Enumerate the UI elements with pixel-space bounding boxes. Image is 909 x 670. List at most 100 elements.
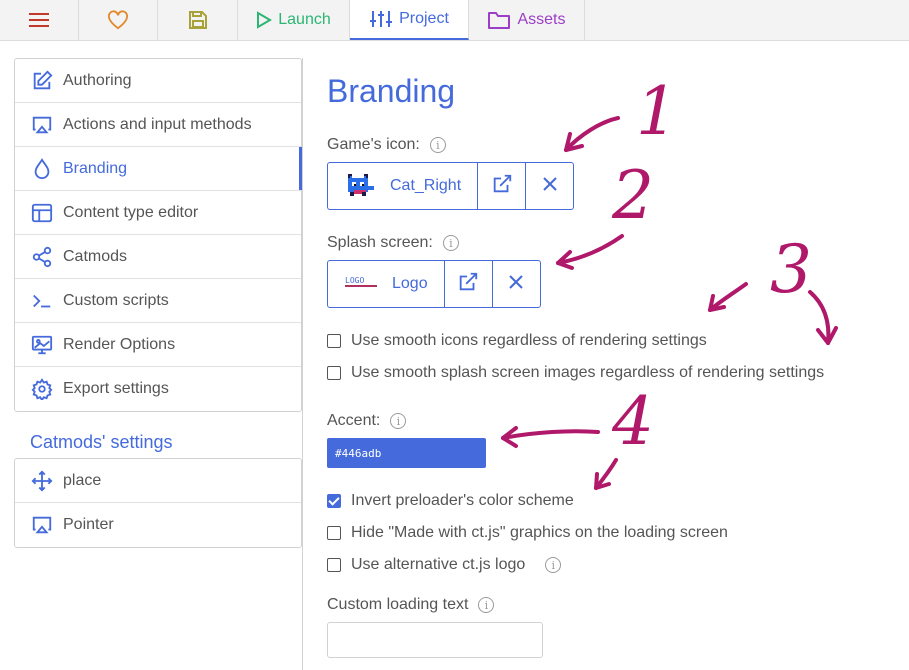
splash-select[interactable]: LOGO Logo bbox=[328, 261, 444, 307]
smooth-icons-checkbox[interactable] bbox=[327, 334, 341, 348]
branding-panel: Branding Game's icon: i Cat_Right Splash… bbox=[327, 58, 907, 658]
sidebar-item-label: Authoring bbox=[63, 71, 132, 89]
sidebar-item-label: Actions and input methods bbox=[63, 115, 252, 133]
tab-assets[interactable]: Assets bbox=[469, 0, 585, 40]
sidebar-item-label: Render Options bbox=[63, 335, 176, 353]
info-icon[interactable]: i bbox=[390, 413, 407, 429]
sidebar-item-label: place bbox=[63, 471, 102, 489]
sidebar-item-label: Branding bbox=[63, 159, 128, 177]
alt-logo-checkbox[interactable] bbox=[327, 558, 341, 572]
game-icon-name: Cat_Right bbox=[390, 177, 462, 194]
sidebar-item-actions[interactable]: Actions and input methods bbox=[15, 103, 301, 147]
clear-game-icon-button[interactable] bbox=[525, 163, 573, 209]
tab-patrons[interactable] bbox=[79, 0, 158, 40]
checkbox-label: Invert preloader's color scheme bbox=[351, 492, 574, 509]
play-icon bbox=[256, 11, 273, 29]
info-icon[interactable]: i bbox=[442, 235, 459, 251]
droplet-icon bbox=[31, 157, 53, 180]
checkbox-label: Use alternative ct.js logo bbox=[351, 556, 526, 573]
open-splash-button[interactable] bbox=[443, 261, 492, 307]
smooth-splash-checkbox[interactable] bbox=[327, 366, 341, 380]
cat-sprite-icon bbox=[344, 168, 376, 205]
sidebar-item-label: Export settings bbox=[63, 380, 169, 397]
open-game-icon-button[interactable] bbox=[477, 163, 525, 209]
sidebar-item-scripts[interactable]: Custom scripts bbox=[15, 279, 301, 323]
folder-icon bbox=[487, 10, 511, 30]
smooth-icons-checkbox-row[interactable]: Use smooth icons regardless of rendering… bbox=[327, 330, 907, 352]
close-icon bbox=[507, 273, 525, 296]
edit-icon bbox=[31, 70, 53, 92]
sidebar-item-label: Catmods bbox=[63, 247, 128, 265]
splash-name: Logo bbox=[392, 275, 428, 292]
accent-color-picker[interactable]: #446adb bbox=[327, 438, 486, 468]
layout-icon bbox=[31, 202, 53, 224]
image-icon bbox=[31, 334, 53, 356]
heart-icon bbox=[107, 10, 129, 30]
game-icon-picker: Cat_Right bbox=[327, 162, 575, 210]
close-icon bbox=[541, 175, 559, 198]
invert-preloader-checkbox-row[interactable]: Invert preloader's color scheme bbox=[327, 490, 907, 512]
move-icon bbox=[31, 470, 53, 492]
custom-loading-label-row: Custom loading text i bbox=[327, 594, 907, 616]
share-nodes-icon bbox=[31, 246, 53, 268]
game-icon-label: Game's icon: bbox=[327, 136, 420, 153]
tab-launch[interactable]: Launch bbox=[238, 0, 350, 40]
info-icon[interactable]: i bbox=[478, 597, 495, 613]
tab-menu[interactable] bbox=[0, 0, 79, 40]
clear-splash-button[interactable] bbox=[491, 261, 540, 307]
info-icon[interactable]: i bbox=[545, 557, 562, 573]
custom-loading-input[interactable] bbox=[327, 622, 543, 658]
airplay-icon bbox=[31, 114, 53, 136]
info-icon[interactable]: i bbox=[429, 137, 446, 153]
catmods-settings-nav: place Pointer bbox=[14, 458, 302, 548]
sidebar-item-render[interactable]: Render Options bbox=[15, 323, 301, 367]
sidebar-item-export[interactable]: Export settings bbox=[15, 367, 301, 411]
sidebar-item-content-types[interactable]: Content type editor bbox=[15, 191, 301, 235]
logo-thumbnail-icon: LOGO bbox=[344, 274, 378, 295]
game-icon-select[interactable]: Cat_Right bbox=[328, 163, 477, 209]
gear-icon bbox=[31, 378, 53, 400]
custom-loading-label: Custom loading text bbox=[327, 596, 469, 613]
sidebar-item-catmods[interactable]: Catmods bbox=[15, 235, 301, 279]
invert-preloader-checkbox[interactable] bbox=[327, 494, 341, 508]
tab-save[interactable] bbox=[158, 0, 238, 40]
svg-text:LOGO: LOGO bbox=[345, 276, 364, 285]
sidebar-item-label: Custom scripts bbox=[63, 291, 169, 309]
sidebar-item-authoring[interactable]: Authoring bbox=[15, 59, 301, 103]
settings-sidebar: Authoring Actions and input methods Bran… bbox=[14, 58, 302, 548]
hide-madewith-checkbox[interactable] bbox=[327, 526, 341, 540]
sidebar-item-place[interactable]: place bbox=[15, 459, 301, 503]
sidebar-item-branding[interactable]: Branding bbox=[15, 147, 302, 191]
save-icon bbox=[188, 10, 208, 30]
panel-divider bbox=[302, 58, 303, 670]
page-title: Branding bbox=[327, 73, 456, 109]
accent-label: Accent: bbox=[327, 412, 381, 429]
splash-picker: LOGO Logo bbox=[327, 260, 541, 308]
sidebar-item-label: Pointer bbox=[63, 516, 114, 533]
hamburger-menu-icon bbox=[28, 11, 50, 29]
tab-launch-label: Launch bbox=[278, 11, 331, 28]
sidebar-item-pointer[interactable]: Pointer bbox=[15, 503, 301, 547]
splash-label-row: Splash screen: i bbox=[327, 232, 907, 254]
catmods-settings-heading: Catmods' settings bbox=[30, 432, 173, 452]
sliders-icon bbox=[369, 9, 393, 29]
game-icon-label-row: Game's icon: i bbox=[327, 134, 907, 156]
splash-label: Splash screen: bbox=[327, 234, 433, 251]
top-toolbar: Launch Project Assets bbox=[0, 0, 909, 41]
alt-logo-checkbox-row[interactable]: Use alternative ct.js logo i bbox=[327, 554, 907, 576]
checkbox-label: Use smooth splash screen images regardle… bbox=[351, 364, 825, 381]
smooth-splash-checkbox-row[interactable]: Use smooth splash screen images regardle… bbox=[327, 362, 907, 384]
terminal-icon bbox=[31, 290, 53, 312]
sidebar-item-label: Content type editor bbox=[63, 203, 199, 221]
airplay-icon bbox=[31, 514, 53, 536]
external-link-icon bbox=[491, 173, 513, 200]
tab-project[interactable]: Project bbox=[350, 0, 469, 40]
accent-color-value: #446adb bbox=[335, 446, 382, 460]
tab-assets-label: Assets bbox=[517, 11, 566, 28]
accent-label-row: Accent: i bbox=[327, 410, 907, 432]
external-link-icon bbox=[457, 271, 479, 298]
hide-madewith-checkbox-row[interactable]: Hide "Made with ct.js" graphics on the l… bbox=[327, 522, 907, 544]
project-settings-nav: Authoring Actions and input methods Bran… bbox=[14, 58, 302, 412]
tab-project-label: Project bbox=[399, 10, 449, 27]
checkbox-label: Hide "Made with ct.js" graphics on the l… bbox=[351, 524, 728, 541]
